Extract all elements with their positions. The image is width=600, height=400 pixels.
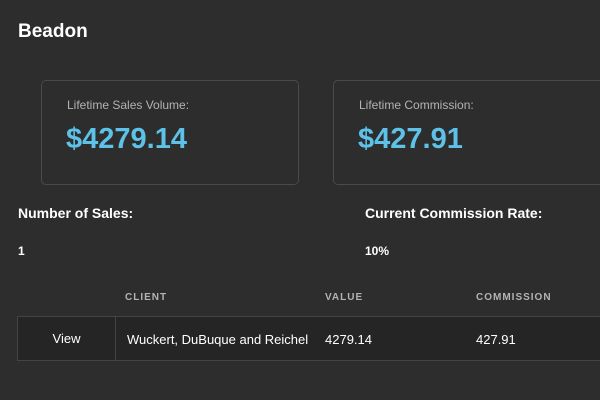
number-of-sales-label: Number of Sales:	[18, 205, 134, 221]
value-column-header: VALUE	[325, 292, 364, 303]
page-title: Beadon	[18, 21, 88, 42]
commission-cell: 427.91	[476, 332, 516, 347]
number-of-sales-value: 1	[18, 244, 25, 258]
lifetime-commission-value: $427.91	[358, 123, 463, 155]
commission-rate-label: Current Commission Rate:	[365, 205, 543, 221]
lifetime-commission-card: Lifetime Commission: $427.91	[333, 80, 600, 185]
lifetime-commission-label: Lifetime Commission:	[359, 98, 474, 112]
lifetime-sales-volume-card: Lifetime Sales Volume: $4279.14	[41, 80, 299, 185]
view-button[interactable]: View	[18, 317, 116, 360]
commission-column-header: COMMISSION	[476, 292, 552, 303]
client-column-header: CLIENT	[125, 292, 168, 303]
client-cell: Wuckert, DuBuque and Reichel	[127, 332, 309, 347]
value-cell: 4279.14	[325, 332, 372, 347]
sales-rep-page: Beadon Lifetime Sales Volume: $4279.14 L…	[0, 0, 600, 400]
commission-rate-value: 10%	[365, 244, 390, 258]
lifetime-sales-volume-value: $4279.14	[66, 123, 187, 155]
lifetime-sales-volume-label: Lifetime Sales Volume:	[67, 98, 190, 112]
table-row: View Wuckert, DuBuque and Reichel 4279.1…	[17, 316, 600, 361]
